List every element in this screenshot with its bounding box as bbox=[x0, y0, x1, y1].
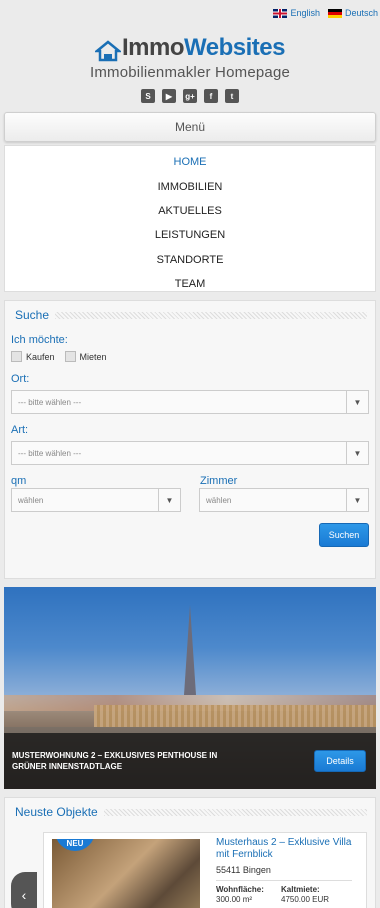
logo[interactable]: Immo Websites bbox=[93, 34, 285, 62]
divider bbox=[216, 880, 352, 881]
skype-icon[interactable]: S bbox=[141, 89, 155, 103]
social-links: S ▶ g+ f t bbox=[0, 89, 380, 103]
menu-toggle-button[interactable]: Menü bbox=[4, 112, 376, 142]
search-button-label: Suchen bbox=[328, 530, 360, 540]
rent-attr-value: 4750.00 EUR bbox=[281, 895, 330, 904]
nav-item-standorte[interactable]: STANDORTE bbox=[5, 248, 375, 272]
buy-checkbox[interactable]: Kaufen bbox=[11, 351, 55, 362]
language-label: Deutsch bbox=[344, 8, 378, 18]
location-select-value: --- bitte wählen --- bbox=[18, 397, 82, 407]
search-button[interactable]: Suchen bbox=[319, 523, 369, 547]
slide-caption: MUSTERWOHNUNG 2 – EXKLUSIVES PENTHOUSE I… bbox=[4, 733, 376, 789]
rent-label: Mieten bbox=[79, 351, 107, 362]
object-title[interactable]: Musterhaus 2 – Exklusive Villa mit Fernb… bbox=[216, 837, 362, 861]
title-divider bbox=[55, 311, 367, 319]
area-select[interactable]: wählen ▼ bbox=[11, 488, 181, 512]
details-button[interactable]: Details bbox=[314, 750, 366, 772]
newest-objects-panel: Neuste Objekte NEU Musterhaus 2 – Exklus… bbox=[4, 797, 376, 908]
nav-item-leistungen[interactable]: LEISTUNGEN bbox=[5, 223, 375, 247]
search-panel-header: Suche bbox=[5, 301, 375, 322]
area-attr-label: Wohnfläche: bbox=[216, 885, 264, 894]
menu-toggle-label: Menü bbox=[174, 120, 206, 134]
language-label: English bbox=[290, 8, 320, 18]
checkbox-box[interactable] bbox=[64, 351, 76, 362]
object-location: 55411 Bingen bbox=[216, 865, 271, 875]
nav-item-home[interactable]: HOME bbox=[5, 150, 375, 174]
facebook-icon[interactable]: f bbox=[204, 89, 218, 103]
header: Immo Websites Immobilienmakler Homepage S… bbox=[0, 34, 380, 103]
location-select[interactable]: --- bitte wählen --- ▼ bbox=[11, 390, 369, 414]
new-badge: NEU bbox=[55, 839, 95, 851]
chevron-left-icon: ‹ bbox=[21, 887, 27, 903]
rent-checkbox[interactable]: Mieten bbox=[64, 351, 107, 362]
carousel-prev-button[interactable]: ‹ bbox=[11, 872, 37, 908]
tagline: Immobilienmakler Homepage bbox=[89, 64, 291, 81]
rooms-label: Zimmer bbox=[200, 475, 238, 487]
rent-attr-label: Kaltmiete: bbox=[281, 885, 320, 894]
object-rent: Kaltmiete: 4750.00 EUR bbox=[281, 885, 329, 905]
language-bar: English Deutsch bbox=[0, 0, 380, 26]
house-icon bbox=[93, 40, 123, 62]
chevron-down-icon: ▼ bbox=[346, 391, 368, 413]
title-divider bbox=[103, 808, 367, 816]
object-card[interactable]: NEU Musterhaus 2 – Exklusive Villa mit F… bbox=[43, 832, 367, 908]
checkbox-box[interactable] bbox=[11, 351, 22, 362]
area-select-value: wählen bbox=[18, 495, 44, 505]
search-panel-title: Suche bbox=[15, 308, 50, 322]
rooms-select-value: wählen bbox=[206, 495, 232, 505]
type-label: Art: bbox=[11, 424, 29, 436]
type-select-value: --- bitte wählen --- bbox=[18, 448, 82, 458]
intent-options: Kaufen Mieten bbox=[11, 351, 107, 362]
chevron-down-icon: ▼ bbox=[346, 489, 368, 511]
nav-item-aktuelles[interactable]: AKTUELLES bbox=[5, 199, 375, 223]
chevron-down-icon: ▼ bbox=[158, 489, 180, 511]
location-label: Ort: bbox=[11, 373, 30, 385]
language-english-link[interactable]: English bbox=[273, 8, 320, 18]
rooms-select[interactable]: wählen ▼ bbox=[199, 488, 369, 512]
language-deutsch-link[interactable]: Deutsch bbox=[327, 8, 378, 18]
youtube-icon[interactable]: ▶ bbox=[162, 89, 176, 103]
de-flag-icon bbox=[327, 8, 342, 18]
area-attr-value: 300.00 m² bbox=[216, 895, 253, 904]
area-label: qm bbox=[11, 475, 27, 487]
intent-label: Ich möchte: bbox=[11, 334, 68, 346]
google-plus-icon[interactable]: g+ bbox=[183, 89, 197, 103]
nav-item-immobilien[interactable]: IMMOBILIEN bbox=[5, 174, 375, 198]
nav-item-team[interactable]: TEAM bbox=[5, 272, 375, 296]
featured-slider[interactable]: MUSTERWOHNUNG 2 – EXKLUSIVES PENTHOUSE I… bbox=[4, 587, 376, 789]
main-nav: HOME IMMOBILIEN AKTUELLES LEISTUNGEN STA… bbox=[4, 145, 376, 292]
slide-image-spire bbox=[184, 605, 196, 695]
logo-text-part2: Websites bbox=[184, 34, 285, 61]
logo-text-part1: Immo bbox=[122, 34, 185, 61]
uk-flag-icon bbox=[273, 8, 288, 18]
chevron-down-icon: ▼ bbox=[346, 442, 368, 464]
slide-caption-title: MUSTERWOHNUNG 2 – EXKLUSIVES PENTHOUSE I… bbox=[12, 751, 218, 771]
object-image[interactable]: NEU bbox=[52, 839, 200, 908]
object-area: Wohnfläche: 300.00 m² bbox=[216, 885, 264, 905]
newest-objects-header: Neuste Objekte bbox=[5, 798, 375, 819]
twitter-icon[interactable]: t bbox=[225, 89, 239, 103]
buy-label: Kaufen bbox=[26, 351, 55, 362]
newest-objects-title: Neuste Objekte bbox=[15, 805, 98, 819]
type-select[interactable]: --- bitte wählen --- ▼ bbox=[11, 441, 369, 465]
details-button-label: Details bbox=[326, 756, 354, 766]
search-panel: Suche Ich möchte: Kaufen Mieten Ort: ---… bbox=[4, 300, 376, 579]
